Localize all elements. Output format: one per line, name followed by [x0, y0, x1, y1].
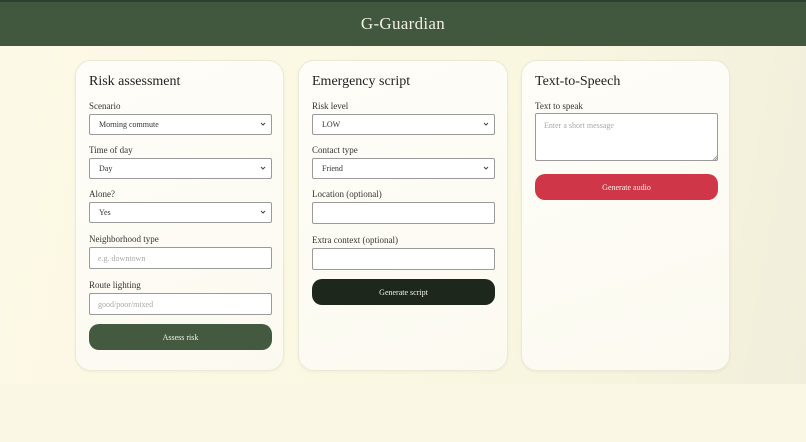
scenario-select[interactable]: Morning commute — [89, 114, 272, 135]
time-of-day-select[interactable]: Day — [89, 158, 272, 179]
resize-handle-icon[interactable] — [712, 155, 718, 161]
chevron-down-icon — [483, 122, 489, 126]
time-of-day-value: Day — [99, 164, 113, 173]
alone-select[interactable]: Yes — [89, 202, 272, 223]
app-header: G-Guardian — [0, 0, 806, 46]
location-label: Location (optional) — [312, 189, 382, 199]
neighborhood-input[interactable] — [89, 247, 272, 269]
extra-context-label: Extra context (optional) — [312, 235, 398, 245]
generate-audio-button[interactable]: Generate audio — [535, 174, 718, 200]
risk-assessment-card: Risk assessment Scenario Morning commute… — [75, 60, 284, 371]
contact-type-select[interactable]: Friend — [312, 158, 495, 179]
card-title: Text-to-Speech — [535, 74, 621, 89]
scenario-value: Morning commute — [99, 120, 159, 129]
alone-value: Yes — [99, 208, 111, 217]
extra-context-input[interactable] — [312, 248, 495, 270]
chevron-down-icon — [260, 210, 266, 214]
assess-risk-button[interactable]: Assess risk — [89, 324, 272, 350]
location-input[interactable] — [312, 202, 495, 224]
text-to-speak-label: Text to speak — [535, 101, 583, 111]
alone-label: Alone? — [89, 189, 115, 199]
generate-script-button[interactable]: Generate script — [312, 279, 495, 305]
risk-level-label: Risk level — [312, 101, 349, 111]
route-lighting-input[interactable] — [89, 293, 272, 315]
chevron-down-icon — [483, 166, 489, 170]
text-to-speech-card: Text-to-Speech Text to speak Generate au… — [521, 60, 730, 371]
text-to-speak-textarea[interactable] — [535, 113, 718, 161]
chevron-down-icon — [260, 122, 266, 126]
card-title: Emergency script — [312, 74, 411, 89]
card-title: Risk assessment — [89, 74, 181, 89]
chevron-down-icon — [260, 166, 266, 170]
risk-level-select[interactable]: LOW — [312, 114, 495, 135]
scenario-label: Scenario — [89, 101, 121, 111]
contact-type-value: Friend — [322, 164, 343, 173]
app-title: G-Guardian — [360, 14, 446, 33]
risk-level-value: LOW — [322, 120, 341, 129]
time-of-day-label: Time of day — [89, 145, 133, 155]
contact-type-label: Contact type — [312, 145, 358, 155]
route-lighting-label: Route lighting — [89, 280, 141, 290]
neighborhood-label: Neighborhood type — [89, 234, 159, 244]
page-footer-area — [0, 384, 806, 442]
emergency-script-card: Emergency script Risk level LOW Contact … — [298, 60, 508, 371]
